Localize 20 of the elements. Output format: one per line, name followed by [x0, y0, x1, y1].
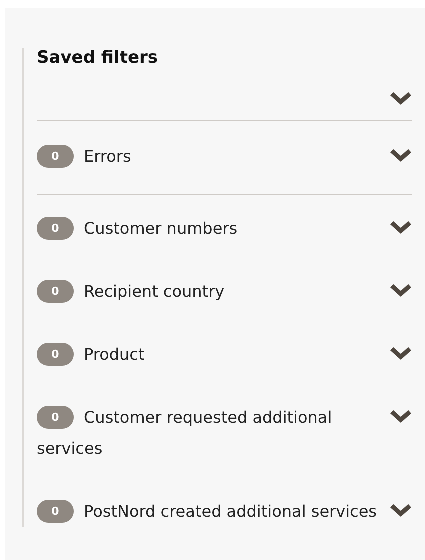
filter-label[interactable]: 0 Product	[37, 339, 386, 370]
expand-button[interactable]	[390, 345, 412, 362]
expand-button[interactable]	[390, 502, 412, 518]
filter-label[interactable]: 0 PostNord created additional services	[37, 496, 386, 528]
expand-button[interactable]	[390, 408, 412, 424]
filter-label[interactable]: 0 Customer requested additional services	[37, 402, 386, 464]
count-badge: 0	[37, 217, 74, 240]
expand-button[interactable]	[390, 282, 412, 298]
filter-label[interactable]: 0 Errors	[37, 141, 386, 172]
filter-label[interactable]: 0 Recipient country	[37, 276, 386, 308]
count-badge: 0	[37, 406, 74, 430]
expand-button[interactable]	[390, 90, 412, 106]
count-badge: 0	[37, 145, 74, 168]
panel-title: Saved filters	[37, 48, 160, 68]
count-badge: 0	[37, 280, 74, 304]
filter-label[interactable]: 0 Customer numbers	[37, 213, 386, 244]
expand-button[interactable]	[390, 147, 412, 164]
expand-button[interactable]	[390, 219, 412, 236]
count-badge: 0	[37, 343, 74, 366]
count-badge: 0	[37, 500, 74, 524]
